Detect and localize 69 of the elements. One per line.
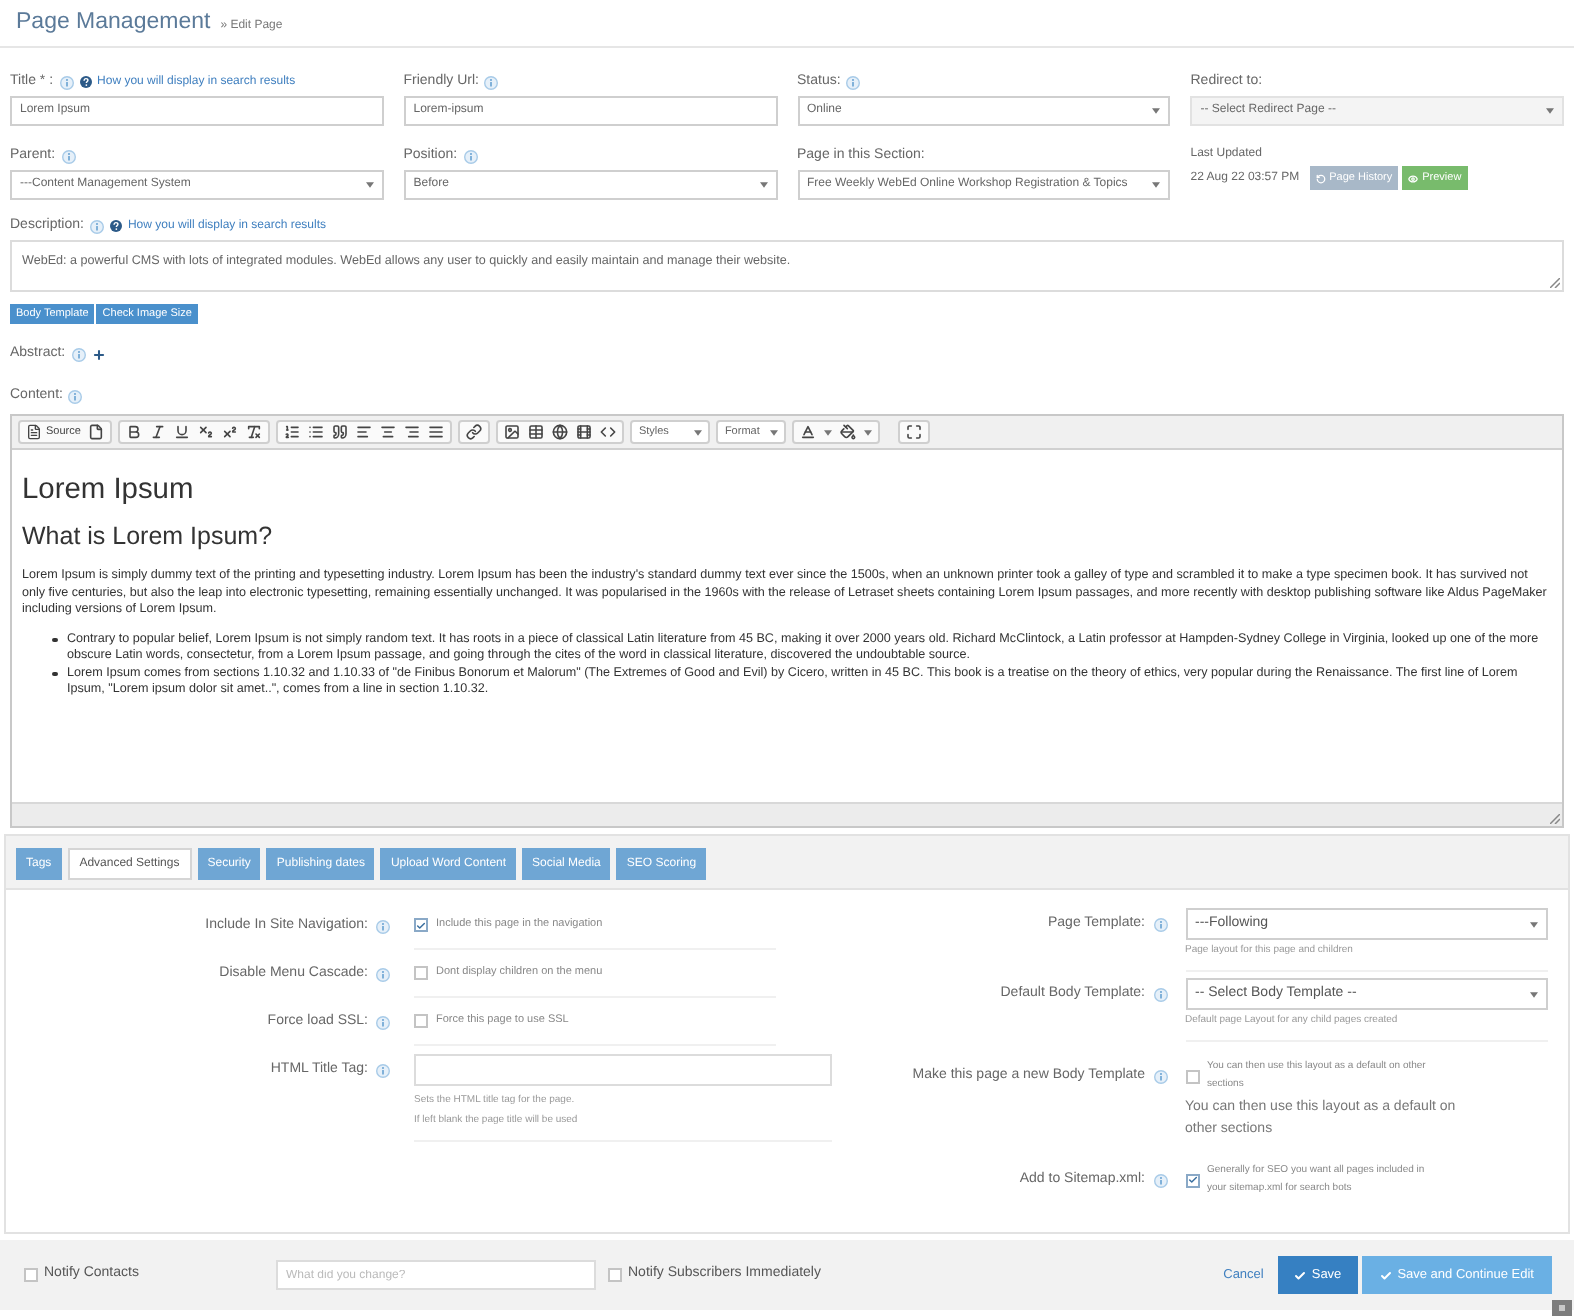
quote-icon[interactable]	[332, 424, 349, 440]
help-icon	[79, 76, 92, 88]
caret-icon	[1530, 921, 1538, 927]
info-icon	[376, 1063, 390, 1077]
help-icon	[109, 220, 122, 232]
check-icon	[1187, 1174, 1197, 1186]
info-icon	[376, 919, 390, 933]
title-tag-field[interactable]	[414, 1054, 832, 1086]
subscript-icon[interactable]	[198, 424, 215, 440]
image-icon[interactable]	[504, 424, 521, 440]
info-icon	[376, 1015, 390, 1029]
align-center-icon[interactable]	[380, 424, 397, 440]
info-icon	[71, 347, 86, 361]
code-icon[interactable]	[600, 424, 617, 440]
caret-icon	[1152, 108, 1161, 114]
subheading: What is Lorem Ipsum?	[22, 522, 275, 552]
justify-icon[interactable]	[428, 424, 445, 440]
caret-icon	[864, 429, 873, 435]
resize-grip-icon[interactable]	[1550, 278, 1560, 288]
checkbox[interactable]	[414, 1014, 428, 1028]
caret-icon	[759, 182, 767, 188]
bullet-icon	[52, 637, 57, 642]
info-icon	[1153, 987, 1167, 1001]
text-color-icon[interactable]	[800, 424, 817, 440]
info-icon	[376, 967, 390, 981]
check-icon	[416, 919, 426, 931]
check-icon	[1293, 1269, 1306, 1281]
resize-grip-icon[interactable]	[1550, 814, 1560, 824]
checkbox[interactable]	[1185, 1173, 1199, 1187]
check-icon	[1379, 1269, 1392, 1281]
info-icon	[1153, 917, 1167, 931]
history-icon	[1315, 173, 1326, 183]
bullet-list-icon[interactable]	[308, 424, 325, 440]
caret-icon	[694, 429, 703, 435]
numbered-list-icon[interactable]	[284, 424, 301, 440]
checkbox[interactable]	[24, 1268, 38, 1282]
link-icon[interactable]	[466, 424, 483, 440]
checkbox[interactable]	[608, 1268, 622, 1282]
caret-icon	[1530, 991, 1538, 997]
bullet-icon	[52, 671, 57, 676]
caret-icon	[365, 182, 374, 188]
checkbox[interactable]	[414, 918, 428, 932]
align-left-icon[interactable]	[356, 424, 373, 440]
table-icon[interactable]	[528, 424, 545, 440]
page-title: Page Management	[16, 8, 211, 36]
caret-icon	[770, 429, 779, 435]
clear-format-icon[interactable]	[246, 424, 263, 440]
maximize-icon[interactable]	[906, 424, 923, 440]
info-icon	[1153, 1173, 1167, 1187]
document-icon	[26, 424, 42, 440]
caret-icon	[1546, 108, 1554, 114]
checkbox[interactable]	[1185, 1069, 1199, 1083]
superscript-icon[interactable]	[222, 424, 239, 440]
eye-icon	[1408, 173, 1419, 183]
caret-icon	[1152, 182, 1161, 188]
globe-icon[interactable]	[552, 424, 569, 440]
film-icon[interactable]	[576, 424, 593, 440]
caret-icon	[824, 429, 833, 435]
heading: Lorem Ipsum	[22, 472, 196, 508]
plus-icon[interactable]	[91, 347, 106, 361]
paint-bucket-icon[interactable]	[840, 424, 857, 440]
info-icon	[68, 389, 83, 403]
info-icon	[1153, 1069, 1167, 1083]
align-right-icon[interactable]	[404, 424, 421, 440]
checkbox[interactable]	[414, 966, 428, 980]
bold-icon[interactable]	[126, 424, 143, 440]
italic-icon[interactable]	[150, 424, 167, 440]
page-icon[interactable]	[88, 424, 105, 440]
underline-icon[interactable]	[174, 424, 191, 440]
